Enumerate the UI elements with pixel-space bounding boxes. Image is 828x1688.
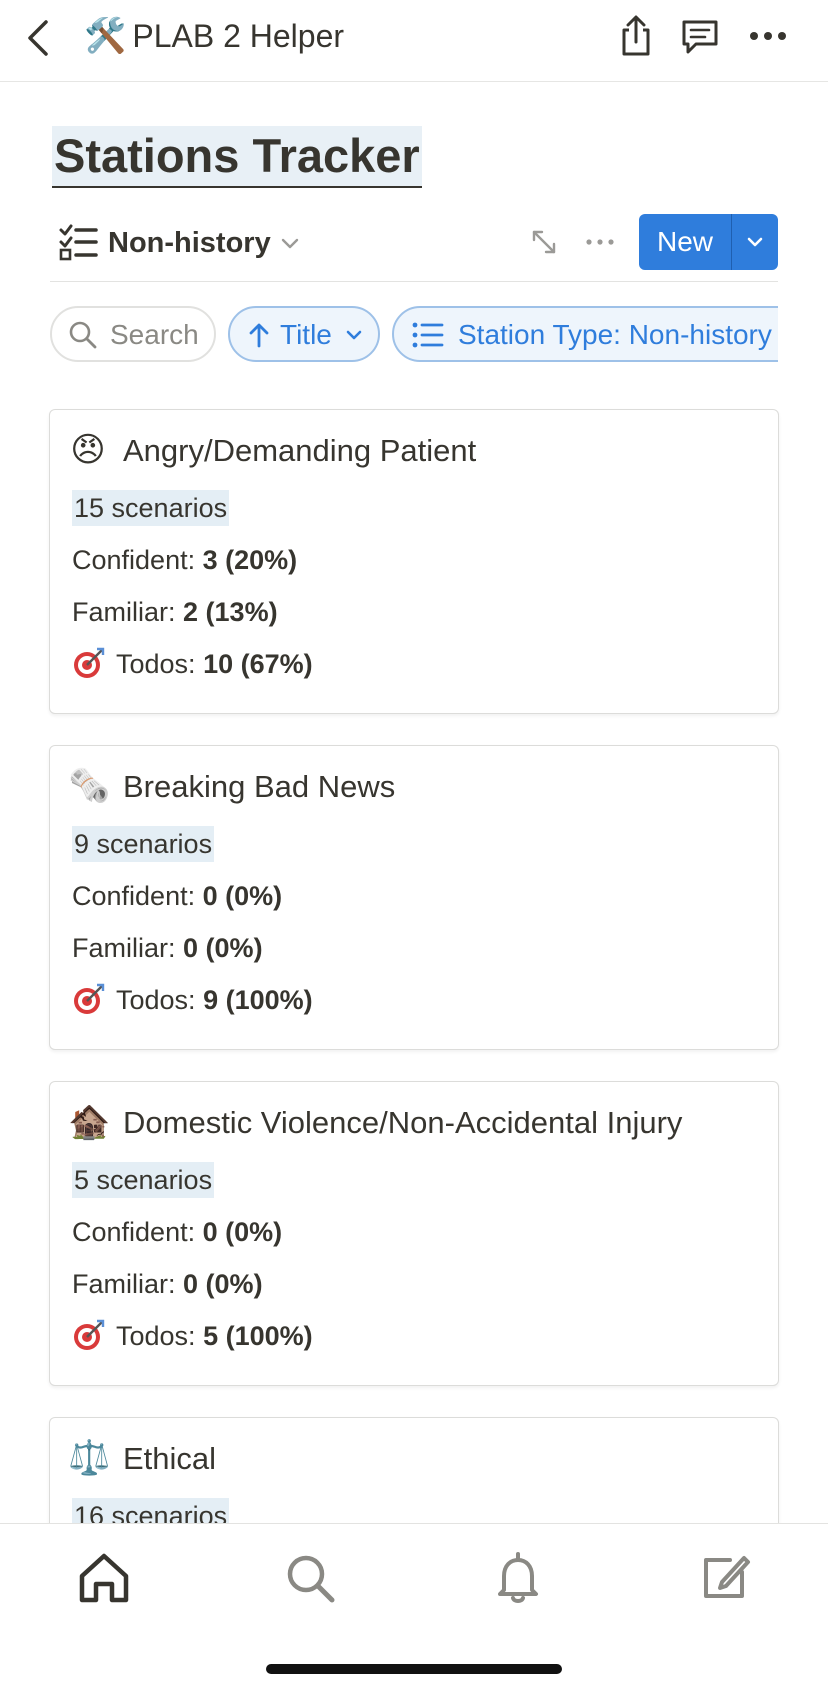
familiar-value: 0 (0%) — [183, 933, 263, 963]
familiar-stat: Familiar: 0 (0%) — [72, 930, 263, 966]
card-title: Breaking Bad News — [123, 769, 396, 804]
familiar-value: 2 (13%) — [183, 597, 278, 627]
page-title[interactable]: Stations Tracker — [52, 126, 422, 188]
top-bar: 🛠️ PLAB 2 Helper — [0, 0, 828, 82]
house-icon: 🏚️ — [68, 1102, 111, 1142]
share-icon[interactable] — [614, 14, 658, 58]
group-card[interactable]: 🗞️ Breaking Bad News 9 scenarios Confide… — [49, 745, 779, 1050]
confident-label: Confident: — [72, 1217, 196, 1247]
sort-button[interactable]: Title — [228, 306, 380, 362]
target-icon — [74, 1319, 105, 1350]
todos-label: Todos: — [116, 1321, 196, 1351]
confident-value: 0 (0%) — [202, 1217, 283, 1247]
target-icon — [74, 647, 105, 678]
familiar-stat: Familiar: 2 (13%) — [72, 594, 278, 630]
chevron-down-icon — [747, 237, 763, 247]
home-indicator[interactable] — [266, 1664, 562, 1674]
chevron-down-icon — [346, 330, 362, 340]
familiar-label: Familiar: — [72, 597, 176, 627]
confident-stat: Confident: 0 (0%) — [72, 1214, 282, 1250]
sort-label: Title — [280, 319, 332, 350]
angry-face-icon: 😠 — [70, 430, 106, 470]
filter-label: Station Type: Non-history — [458, 319, 772, 350]
bell-icon[interactable] — [490, 1550, 546, 1606]
chevron-down-icon[interactable] — [280, 234, 300, 254]
scales-icon: ⚖️ — [68, 1438, 111, 1478]
app-title-text: PLAB 2 Helper — [132, 18, 345, 54]
familiar-label: Familiar: — [72, 933, 176, 963]
filter-bar: Search Title Station Type: Non-history — [50, 306, 778, 364]
search-icon[interactable] — [282, 1550, 338, 1606]
todos-value: 10 (67%) — [203, 649, 313, 679]
more-icon[interactable] — [746, 14, 790, 58]
todos-stat: Todos: 5 (100%) — [72, 1318, 313, 1354]
group-card[interactable]: 🏚️ Domestic Violence/Non-Accidental Inju… — [49, 1081, 779, 1386]
newspaper-icon: 🗞️ — [68, 766, 111, 806]
compose-icon[interactable] — [696, 1550, 752, 1606]
card-title: Ethical — [123, 1441, 217, 1476]
home-icon[interactable] — [76, 1550, 132, 1606]
app-title[interactable]: 🛠️ PLAB 2 Helper — [84, 16, 344, 56]
expand-icon[interactable] — [530, 228, 558, 256]
search-button[interactable]: Search — [50, 306, 216, 362]
view-options-icon[interactable] — [584, 226, 616, 258]
search-label: Search — [110, 319, 199, 350]
confident-label: Confident: — [72, 545, 196, 575]
new-button[interactable]: New — [639, 214, 778, 270]
familiar-stat: Familiar: 0 (0%) — [72, 1266, 263, 1302]
new-dropdown-button[interactable] — [732, 214, 778, 270]
confident-value: 0 (0%) — [202, 881, 283, 911]
comment-icon[interactable] — [678, 14, 722, 58]
checklist-icon[interactable] — [58, 222, 98, 262]
list-icon — [412, 322, 444, 348]
view-bar: Non-history New — [50, 210, 778, 282]
todos-label: Todos: — [116, 985, 196, 1015]
search-icon — [69, 321, 97, 349]
target-icon — [74, 983, 105, 1014]
filter-button[interactable]: Station Type: Non-history — [392, 306, 778, 362]
todos-stat: Todos: 9 (100%) — [72, 982, 313, 1018]
card-title: Angry/Demanding Patient — [123, 433, 477, 468]
todos-stat: Todos: 10 (67%) — [72, 646, 313, 682]
card-title: Domestic Violence/Non-Accidental Injury — [123, 1105, 683, 1140]
confident-stat: Confident: 3 (20%) — [72, 542, 297, 578]
bottom-nav — [0, 1523, 828, 1688]
familiar-value: 0 (0%) — [183, 1269, 263, 1299]
familiar-label: Familiar: — [72, 1269, 176, 1299]
scenario-count: 9 scenarios — [72, 826, 215, 862]
new-button-label: New — [656, 226, 713, 257]
confident-stat: Confident: 0 (0%) — [72, 878, 282, 914]
todos-value: 5 (100%) — [203, 1321, 313, 1351]
arrow-up-icon — [249, 323, 269, 348]
todos-label: Todos: — [116, 649, 196, 679]
scenario-count: 5 scenarios — [72, 1162, 215, 1198]
confident-label: Confident: — [72, 881, 196, 911]
group-card[interactable]: 😠 Angry/Demanding Patient 15 scenarios C… — [49, 409, 779, 714]
back-icon[interactable] — [22, 16, 54, 60]
confident-value: 3 (20%) — [202, 545, 298, 575]
view-name[interactable]: Non-history — [108, 226, 271, 260]
tools-icon: 🛠️ — [84, 16, 127, 56]
scenario-count: 15 scenarios — [72, 490, 230, 526]
todos-value: 9 (100%) — [203, 985, 313, 1015]
